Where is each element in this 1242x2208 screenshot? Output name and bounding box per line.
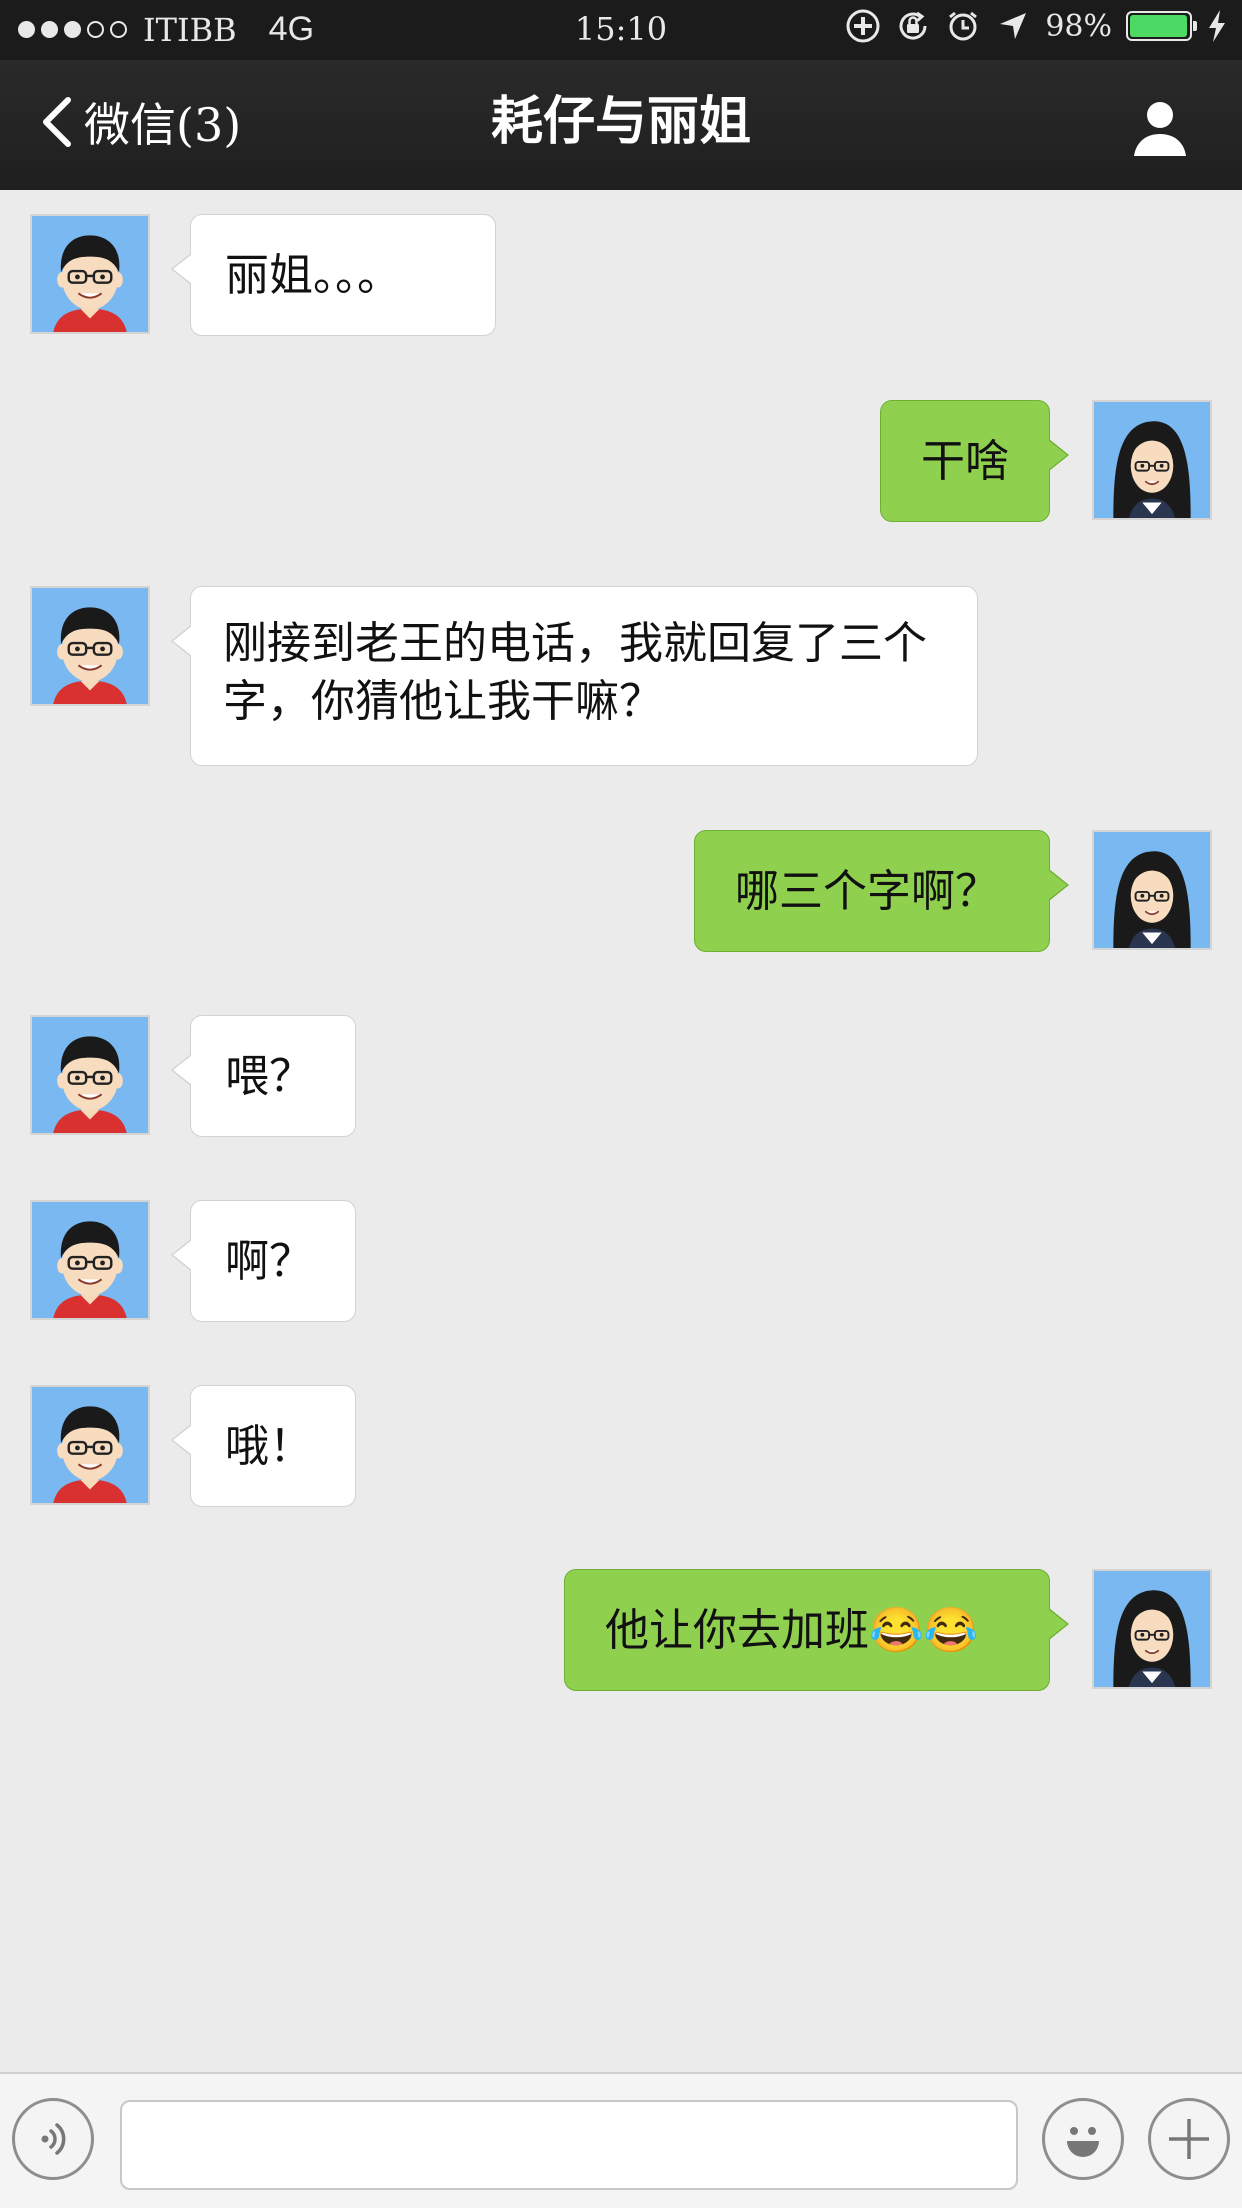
message-input[interactable] — [120, 2100, 1018, 2190]
message-text: 啊？ — [225, 1236, 313, 1287]
my-avatar[interactable] — [1092, 400, 1212, 520]
outgoing-message-bubble[interactable]: 他让你去加班😂😂 — [564, 1569, 1069, 1691]
voice-button[interactable] — [12, 2098, 94, 2180]
battery-percent: 98% — [1045, 8, 1112, 44]
alarm-icon — [949, 11, 978, 41]
status-bar: ITIBB 4G 15:10 98% — [0, 0, 1242, 60]
incoming-message-bubble[interactable]: 喂？ — [171, 1015, 356, 1137]
message-text: 他让你去加班😂😂 — [605, 1605, 979, 1656]
more-button[interactable] — [1148, 2098, 1230, 2180]
message-text: 喂？ — [225, 1051, 313, 1102]
chat-title: 耗仔与丽姐 — [490, 92, 751, 152]
voice-icon — [41, 2123, 66, 2155]
profile-icon[interactable] — [1128, 96, 1192, 160]
contact-avatar[interactable] — [30, 214, 150, 334]
incoming-message-bubble[interactable]: 哦！ — [171, 1385, 356, 1507]
battery-icon — [1126, 11, 1197, 41]
charging-bolt-icon — [1209, 10, 1225, 42]
my-avatar[interactable] — [1092, 1569, 1212, 1689]
location-arrow-icon — [1000, 13, 1027, 39]
message-text: 干啥 — [921, 436, 1009, 487]
message-text: 刚接到老王的电话，我就回复了三个字，你猜他让我干嘛？ — [223, 618, 927, 727]
rotation-lock-icon — [899, 11, 927, 40]
message-text: 哪三个字啊？ — [735, 866, 999, 917]
outgoing-message-bubble[interactable]: 干啥 — [880, 400, 1069, 522]
contact-avatar[interactable] — [30, 1385, 150, 1505]
incoming-message-bubble[interactable]: 啊？ — [171, 1200, 356, 1322]
outgoing-message-bubble[interactable]: 哪三个字啊？ — [694, 830, 1069, 952]
emoji-button[interactable] — [1042, 2098, 1124, 2180]
nav-bar: 微信(3) 耗仔与丽姐 — [0, 60, 1242, 190]
incoming-message-bubble[interactable]: 刚接到老王的电话，我就回复了三个字，你猜他让我干嘛？ — [171, 586, 978, 766]
plus-icon — [1169, 2119, 1209, 2159]
add-circle-icon — [846, 9, 880, 43]
message-text: 哦！ — [225, 1421, 313, 1472]
contact-avatar[interactable] — [30, 586, 150, 706]
incoming-message-bubble[interactable]: 丽姐。。。 — [171, 214, 496, 336]
input-bar — [0, 2072, 1242, 2208]
contact-avatar[interactable] — [30, 1015, 150, 1135]
contact-avatar[interactable] — [30, 1200, 150, 1320]
battery-fill — [1130, 15, 1187, 37]
status-right: 98% — [845, 8, 1228, 44]
emoji-icon — [1067, 2127, 1099, 2157]
my-avatar[interactable] — [1092, 830, 1212, 950]
message-text: 丽姐。。。 — [225, 250, 401, 301]
